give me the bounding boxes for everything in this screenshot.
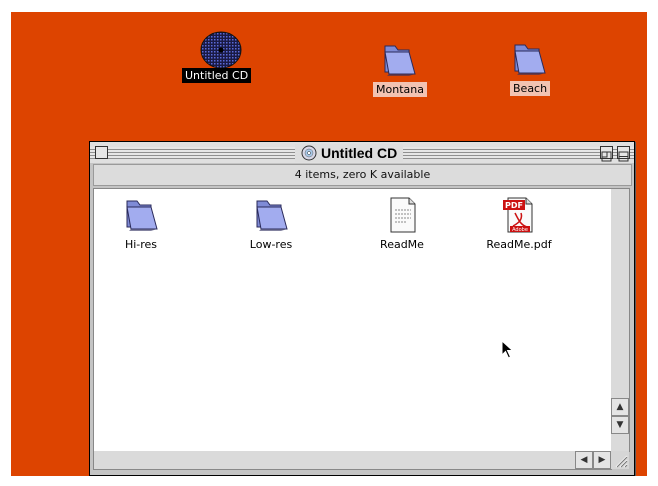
window-info-bar: 4 items, zero K available [93,164,632,186]
zoom-icon [601,151,612,162]
horizontal-scrollbar[interactable]: ◀ ▶ [93,451,612,470]
file-item-label: Low-res [249,238,293,251]
mouse-pointer-icon [501,340,514,359]
resize-grip[interactable] [611,451,629,469]
folder-icon [256,200,288,231]
finder-window: Untitled CD 4 items, zero K available Hi… [89,141,635,476]
desktop-icon-beach-label[interactable]: Beach [510,81,551,96]
window-title: Untitled CD [321,145,398,161]
desktop-icon-montana-label[interactable]: Montana [373,82,427,97]
file-item-label: ReadMe.pdf [486,238,552,251]
file-item-label: Hi-res [124,238,158,251]
file-item-low-res[interactable]: Low-res [231,195,311,251]
collapse-box[interactable] [617,146,630,162]
file-item-readme-pdf[interactable]: PDF Adobe ReadMe.pdf [479,195,559,251]
scroll-left-button[interactable]: ◀ [575,451,593,469]
text-document-icon [390,197,416,233]
scroll-right-button[interactable]: ▶ [593,451,611,469]
zoom-box[interactable] [600,146,613,162]
resize-grip-icon [615,455,628,468]
desktop-icon-untitled-cd[interactable] [199,27,243,69]
folder-icon [384,45,416,76]
close-box[interactable] [95,146,108,159]
adobe-badge-text: Adobe [512,227,528,233]
folder-icon [514,44,546,75]
desktop-icon-untitled-cd-label[interactable]: Untitled CD [182,68,252,83]
scroll-down-button[interactable]: ▼ [611,416,629,434]
window-titlebar[interactable]: Untitled CD [90,142,634,163]
window-content: Hi-res Low-res ReadMe PDF Adobe ReadMe.p… [93,188,612,452]
vertical-scrollbar[interactable]: ▲ ▼ [611,188,630,452]
pdf-document-icon: PDF Adobe [503,197,533,233]
desktop-icon-beach[interactable] [509,39,549,79]
windowshade-icon [618,151,629,162]
cd-disc-icon [301,145,317,161]
window-title-group: Untitled CD [295,144,404,162]
desktop-icon-montana[interactable] [379,40,419,80]
folder-icon [126,200,158,231]
file-item-readme[interactable]: ReadMe [362,195,442,251]
scroll-up-button[interactable]: ▲ [611,398,629,416]
desktop: Untitled CD Montana Beach Untitled CD 4 … [11,12,647,476]
file-item-hi-res[interactable]: Hi-res [101,195,181,251]
file-item-label: ReadMe [380,238,424,251]
cd-disc-icon [200,31,242,69]
pdf-badge-text: PDF [505,201,523,210]
